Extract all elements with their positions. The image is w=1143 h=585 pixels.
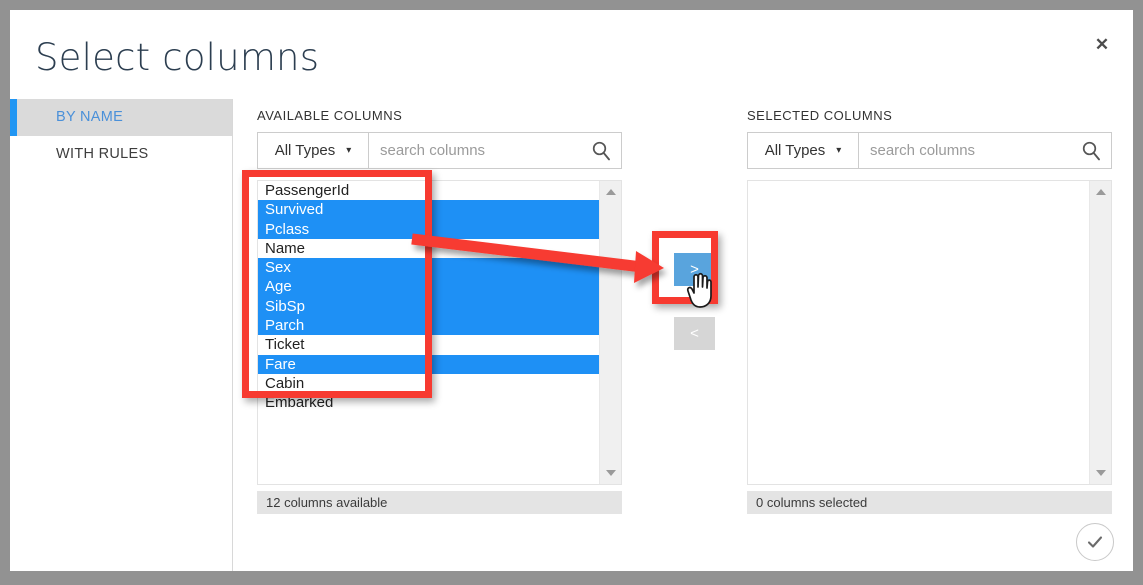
search-icon[interactable]: [590, 140, 612, 162]
list-item[interactable]: PassengerId: [258, 181, 599, 200]
available-filter-row: All Types ▾: [257, 132, 622, 169]
list-item[interactable]: Survived: [258, 200, 599, 220]
close-icon[interactable]: ✕: [1089, 32, 1115, 58]
scroll-down-arrow-icon[interactable]: [1090, 464, 1111, 482]
chevron-down-icon: ▾: [836, 145, 842, 156]
remove-columns-button[interactable]: <: [674, 317, 715, 350]
add-columns-button[interactable]: >: [674, 253, 715, 286]
chevron-down-icon: ▾: [346, 145, 352, 156]
list-item[interactable]: Ticket: [258, 335, 599, 354]
confirm-button[interactable]: [1076, 523, 1114, 561]
sidebar-item-label: WITH RULES: [56, 146, 149, 162]
available-list-scrollbar[interactable]: [599, 181, 621, 484]
list-item[interactable]: Cabin: [258, 374, 599, 393]
available-columns-list[interactable]: PassengerId Survived Pclass Name Sex Age…: [257, 180, 622, 485]
scroll-up-arrow-icon[interactable]: [600, 183, 621, 201]
sidebar-item-with-rules[interactable]: WITH RULES: [10, 136, 232, 173]
list-item[interactable]: Sex: [258, 258, 599, 278]
available-type-select-value: All Types: [274, 142, 336, 159]
list-item[interactable]: Age: [258, 277, 599, 297]
selected-columns-list-inner: [748, 181, 1089, 484]
checkmark-icon: [1087, 536, 1103, 548]
sidebar-item-by-name[interactable]: BY NAME: [10, 99, 232, 136]
list-item[interactable]: Name: [258, 239, 599, 258]
selected-columns-heading: SELECTED COLUMNS: [747, 108, 893, 123]
available-search-wrap: [369, 132, 622, 169]
sidebar: BY NAME WITH RULES: [10, 99, 233, 571]
scroll-up-arrow-icon[interactable]: [1090, 183, 1111, 201]
list-item[interactable]: Pclass: [258, 219, 599, 239]
list-item[interactable]: SibSp: [258, 296, 599, 317]
available-status-bar: 12 columns available: [257, 491, 622, 514]
select-columns-dialog: ✕ Select columns BY NAME WITH RULES AVAI…: [10, 10, 1133, 571]
selected-type-select[interactable]: All Types ▾: [747, 132, 859, 169]
selected-status-bar: 0 columns selected: [747, 491, 1112, 514]
list-item[interactable]: Embarked: [258, 393, 599, 412]
selected-list-scrollbar[interactable]: [1089, 181, 1111, 484]
scroll-down-arrow-icon[interactable]: [600, 464, 621, 482]
selected-type-select-value: All Types: [764, 142, 826, 159]
selected-search-input[interactable]: [859, 141, 1080, 160]
page-title: Select columns: [35, 36, 320, 79]
available-columns-list-inner: PassengerId Survived Pclass Name Sex Age…: [258, 181, 599, 484]
available-columns-heading: AVAILABLE COLUMNS: [257, 108, 403, 123]
sidebar-item-label: BY NAME: [56, 109, 124, 125]
available-search-input[interactable]: [369, 141, 590, 160]
selected-columns-list[interactable]: [747, 180, 1112, 485]
selected-search-wrap: [859, 132, 1112, 169]
search-icon[interactable]: [1080, 140, 1102, 162]
screen: ✕ Select columns BY NAME WITH RULES AVAI…: [0, 0, 1143, 585]
list-item[interactable]: Fare: [258, 354, 599, 374]
selected-filter-row: All Types ▾: [747, 132, 1112, 169]
available-type-select[interactable]: All Types ▾: [257, 132, 369, 169]
list-item[interactable]: Parch: [258, 316, 599, 336]
